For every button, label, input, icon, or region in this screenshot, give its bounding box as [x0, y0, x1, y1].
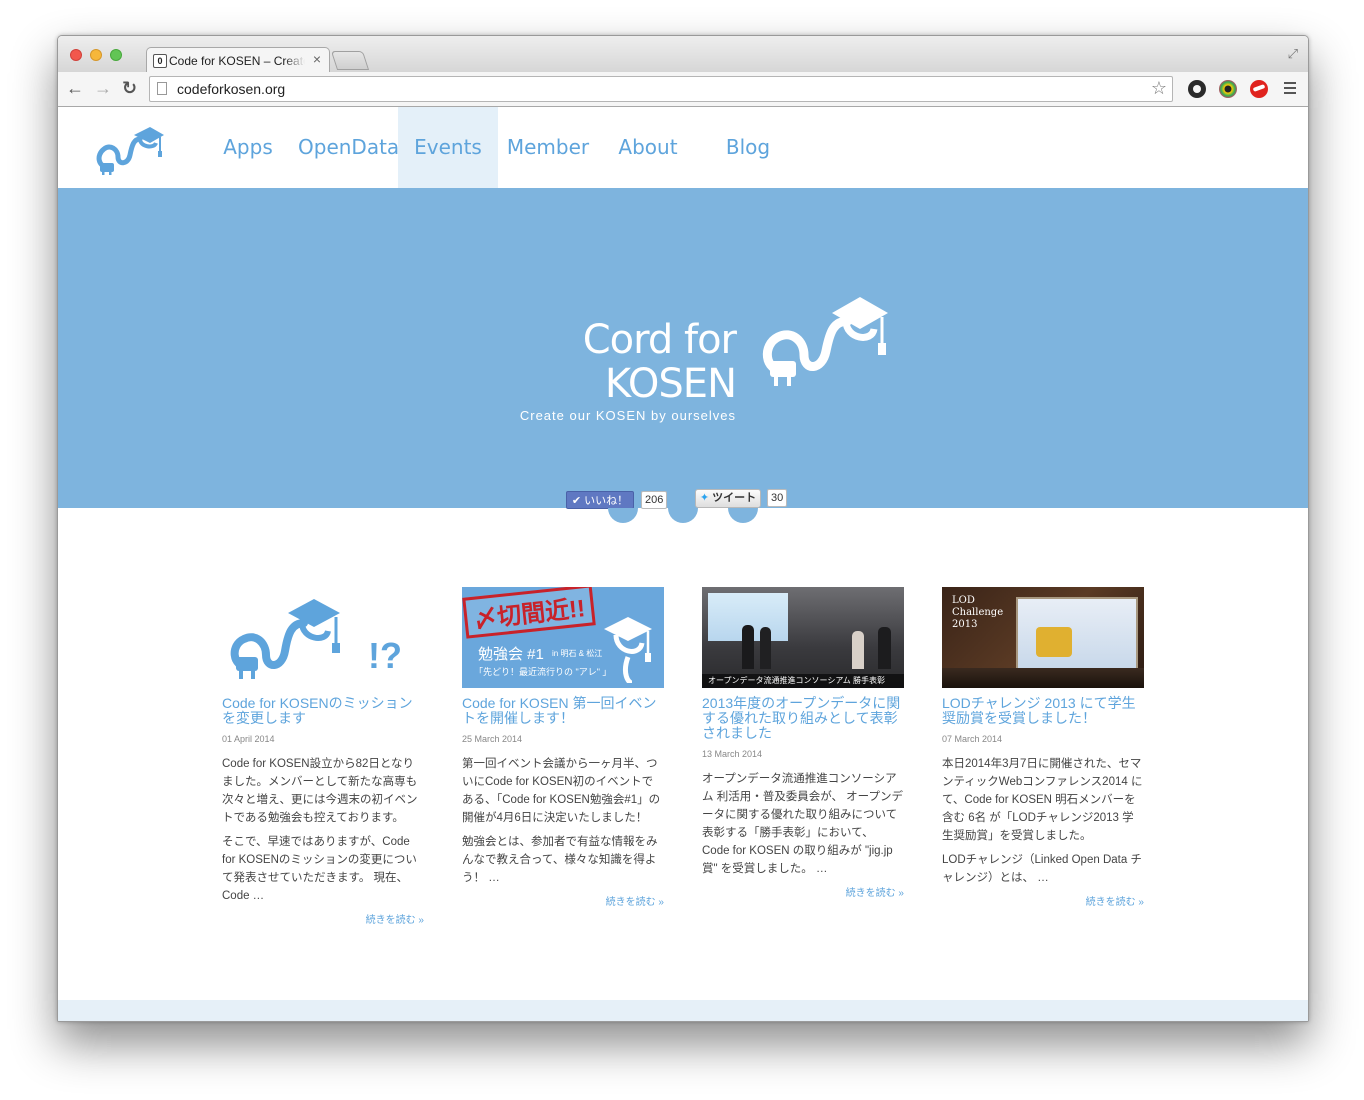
- bookmark-star-icon[interactable]: ☆: [1151, 78, 1167, 99]
- nav-item-blog[interactable]: Blog: [698, 107, 798, 188]
- browser-tab[interactable]: 0 Code for KOSEN – Create our KOSEN by o…: [146, 47, 330, 73]
- nav-item-opendata[interactable]: OpenData: [298, 107, 399, 188]
- red-extension-icon[interactable]: [1250, 80, 1268, 98]
- read-more-link[interactable]: 続きを読む »: [942, 893, 1144, 908]
- post-paragraph: オープンデータ流通推進コンソーシアム 利活用・普及委員会が、 オープンデータに関…: [702, 773, 903, 875]
- post-excerpt: オープンデータ流通推進コンソーシアム 利活用・普及委員会が、 オープンデータに関…: [702, 770, 904, 878]
- post-date: 01 April 2014: [222, 734, 275, 744]
- post-title[interactable]: LODチャレンジ 2013 にて学生奨励賞を受賞しました！: [942, 696, 1144, 726]
- read-more-link[interactable]: 続きを読む »: [462, 893, 664, 908]
- photo-caption: オープンデータ流通推進コンソーシアム 勝手表彰: [702, 674, 904, 688]
- hero-logo-icon: [763, 297, 888, 386]
- fullscreen-icon[interactable]: ⤢: [1288, 46, 1298, 62]
- post-card: LOD Challenge 2013 LODチャレンジ 2013 にて学生奨励賞…: [942, 587, 1144, 908]
- nav-item-apps[interactable]: Apps: [198, 107, 298, 188]
- presenter-figure: [878, 627, 891, 669]
- hero-subtitle: Create our KOSEN by ourselves: [519, 408, 736, 423]
- nav-item-about[interactable]: About: [598, 107, 698, 188]
- post-excerpt: Code for KOSEN設立から82日となりました。メンバーとして新たな高専…: [222, 755, 424, 905]
- slide-badge: [1036, 627, 1072, 657]
- hero-brand: Cord for KOSEN Create our KOSEN by ourse…: [486, 317, 737, 423]
- tab-favicon-icon: 0: [153, 54, 167, 68]
- slider-dots: [608, 508, 758, 524]
- post-excerpt: 本日2014年3月7日に開催された、セマンティックWebコンファレンス2014 …: [942, 755, 1144, 887]
- browser-window: 0 Code for KOSEN – Create our KOSEN by o…: [57, 35, 1309, 1022]
- minimize-window-button[interactable]: [90, 49, 102, 61]
- browser-toolbar: ← → ↻ codeforkosen.org ☆: [58, 72, 1308, 107]
- close-tab-icon[interactable]: ×: [313, 51, 321, 67]
- presenter-figure: [742, 625, 754, 669]
- post-date: 13 March 2014: [702, 749, 763, 759]
- lod-label-line: 2013: [952, 619, 978, 630]
- post-title[interactable]: Code for KOSENのミッションを変更します: [222, 696, 424, 726]
- post-excerpt: 第一回イベント会議から一ヶ月半、ついにCode for KOSEN初のイベントで…: [462, 755, 664, 887]
- nav-item-member[interactable]: Member: [498, 107, 598, 188]
- title-bar: 0 Code for KOSEN – Create our KOSEN by o…: [58, 36, 1308, 73]
- slide-screen: [1016, 597, 1138, 671]
- event-tagline: 「先どり！最近流行りの "アレ" 」: [474, 667, 612, 677]
- presenter-figure: [852, 631, 864, 669]
- page-icon: [157, 82, 167, 95]
- page-content: Apps OpenData Events Member About Blog C…: [58, 107, 1308, 1021]
- footer-strip: [58, 1000, 1308, 1021]
- lod-label-line: LOD: [952, 595, 975, 606]
- post-paragraph: 勉強会とは、参加者で有益な情報をみんなで教え合って、様々な知識を得よう！ …: [462, 836, 658, 884]
- close-window-button[interactable]: [70, 49, 82, 61]
- graduation-cap-icon: [604, 617, 652, 683]
- main-nav: Apps OpenData Events Member About Blog: [198, 107, 798, 188]
- tab-title: Code for KOSEN – Create our KOSEN by our…: [169, 54, 305, 68]
- audience-row: [942, 668, 1144, 688]
- presenter-figure: [760, 627, 771, 669]
- reload-icon[interactable]: ↻: [122, 78, 137, 98]
- browser-menu-icon[interactable]: [1284, 82, 1296, 97]
- address-bar[interactable]: codeforkosen.org ☆: [149, 76, 1173, 102]
- tweet-label: ツイート: [712, 492, 757, 504]
- post-card: !? Code for KOSENのミッションを変更します 01 April 2…: [222, 587, 424, 926]
- event-place: in 明石 & 松江: [552, 649, 603, 658]
- tweet-count: 30: [767, 489, 788, 507]
- back-arrow-icon[interactable]: ←: [66, 78, 84, 98]
- post-title[interactable]: Code for KOSEN 第一回イベントを開催します！: [462, 696, 664, 726]
- url-text[interactable]: codeforkosen.org: [177, 81, 285, 97]
- post-date: 07 March 2014: [942, 734, 1003, 744]
- event-name: 勉強会 #1: [478, 646, 544, 663]
- hero-banner: Cord for KOSEN Create our KOSEN by ourse…: [58, 188, 1308, 509]
- post-thumbnail[interactable]: 〆切間近!! 勉強会 #1 in 明石 & 松江 「先どり！最近流行りの "アレ…: [462, 587, 664, 688]
- post-thumbnail[interactable]: LOD Challenge 2013: [942, 587, 1144, 688]
- like-button[interactable]: ✔ いいね！: [566, 491, 634, 509]
- mission-mark: !?: [368, 635, 402, 676]
- color-picker-extension-icon[interactable]: [1219, 80, 1237, 98]
- post-thumbnail[interactable]: !?: [222, 587, 424, 688]
- post-paragraph: 本日2014年3月7日に開催された、セマンティックWebコンファレンス2014 …: [942, 758, 1143, 842]
- read-more-link[interactable]: 続きを読む »: [222, 911, 424, 926]
- post-paragraph: Code for KOSEN設立から82日となりました。メンバーとして新たな高専…: [222, 758, 418, 824]
- post-card: 〆切間近!! 勉強会 #1 in 明石 & 松江 「先どり！最近流行りの "アレ…: [462, 587, 664, 908]
- post-card: オープンデータ流通推進コンソーシアム 勝手表彰 2013年度のオープンデータに関…: [702, 587, 904, 899]
- post-paragraph: LODチャレンジ（Linked Open Data チャレンジ）とは、 …: [942, 854, 1142, 884]
- site-logo-icon[interactable]: [94, 125, 164, 175]
- post-paragraph: そこで、早速ではありますが、Code for KOSENのミッションの変更につい…: [222, 836, 417, 902]
- post-date: 25 March 2014: [462, 734, 523, 744]
- hero-title: Cord for KOSEN: [582, 317, 737, 407]
- post-paragraph: 第一回イベント会議から一ヶ月半、ついにCode for KOSEN初のイベントで…: [462, 758, 661, 824]
- post-thumbnail[interactable]: オープンデータ流通推進コンソーシアム 勝手表彰: [702, 587, 904, 688]
- settings-gear-extension-icon[interactable]: [1188, 80, 1206, 98]
- lod-label: LOD Challenge 2013: [952, 595, 1003, 631]
- twitter-bird-icon: ✦: [699, 492, 710, 504]
- nav-item-events[interactable]: Events: [398, 107, 498, 188]
- tweet-button[interactable]: ✦ ツイート: [695, 489, 761, 508]
- site-header: Apps OpenData Events Member About Blog: [58, 107, 1308, 188]
- zoom-window-button[interactable]: [110, 49, 122, 61]
- post-title[interactable]: 2013年度のオープンデータに関する優れた取り組みとして表彰されました: [702, 696, 904, 741]
- deadline-stamp: 〆切間近!!: [462, 587, 596, 639]
- new-tab-button[interactable]: [330, 51, 370, 70]
- forward-arrow-icon[interactable]: →: [94, 78, 112, 98]
- window-controls: [70, 49, 122, 61]
- read-more-link[interactable]: 続きを読む »: [702, 884, 904, 899]
- lod-label-line: Challenge: [952, 607, 1004, 618]
- like-count: 206: [641, 491, 668, 509]
